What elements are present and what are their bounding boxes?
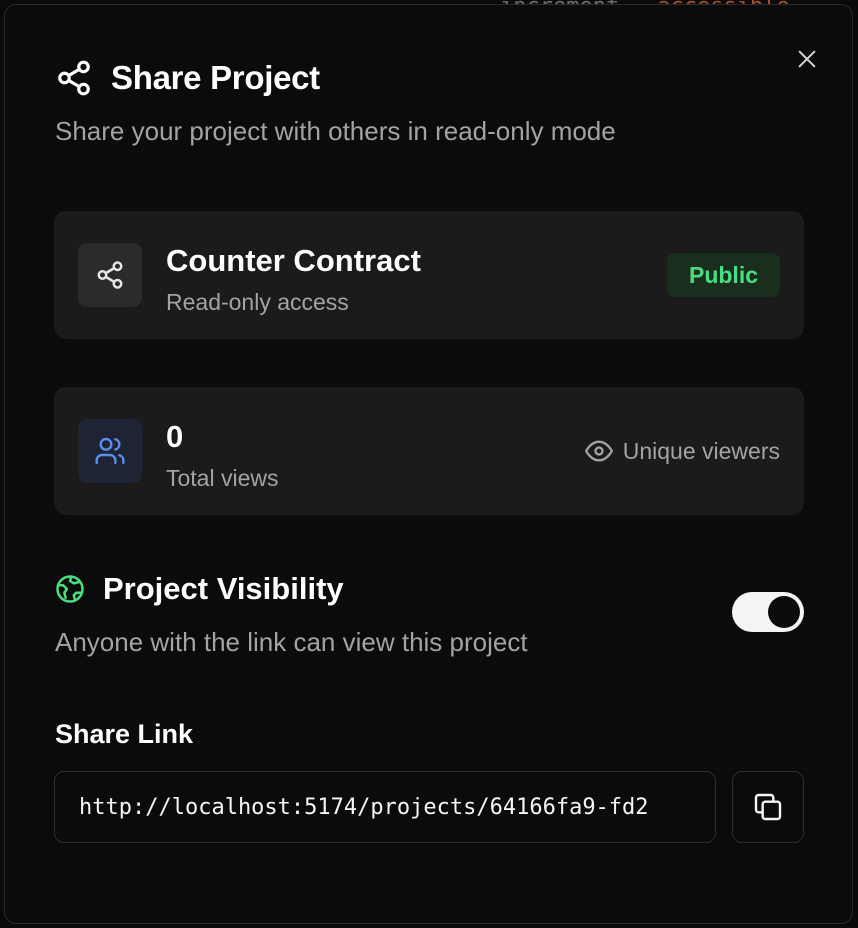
project-name: Counter Contract (166, 243, 421, 278)
visibility-toggle[interactable] (732, 592, 804, 632)
users-icon (95, 437, 125, 465)
views-count: 0 (166, 419, 184, 454)
visibility-title: Project Visibility (103, 571, 344, 606)
project-card: Counter Contract Read-only access Public (54, 211, 804, 339)
globe-icon (56, 575, 84, 603)
unique-viewers-label: Unique viewers (622, 437, 780, 464)
views-card: 0 Total views Unique viewers (54, 387, 804, 515)
dialog-header: Share Project (55, 59, 320, 97)
visibility-header: Project Visibility (55, 571, 344, 607)
share-icon (97, 261, 123, 289)
public-badge: Public (666, 253, 780, 297)
project-access: Read-only access (166, 289, 349, 315)
dialog-subtitle: Share your project with others in read-o… (55, 116, 616, 146)
toggle-knob (768, 596, 800, 628)
copy-link-button[interactable] (732, 771, 804, 843)
dialog-title: Share Project (111, 59, 320, 96)
share-link-label: Share Link (55, 719, 194, 749)
views-icon-box (78, 419, 142, 483)
project-icon-box (78, 243, 142, 307)
share-project-dialog: Share Project Share your project with ot… (4, 4, 853, 924)
unique-viewers: Unique viewers (584, 437, 780, 465)
share-icon (58, 60, 90, 96)
share-link-input[interactable] (54, 771, 716, 843)
eye-icon (584, 440, 613, 462)
close-icon (798, 50, 816, 68)
copy-icon (754, 793, 782, 821)
close-button[interactable] (791, 43, 823, 75)
visibility-description: Anyone with the link can view this proje… (55, 627, 528, 657)
views-label: Total views (166, 465, 279, 491)
